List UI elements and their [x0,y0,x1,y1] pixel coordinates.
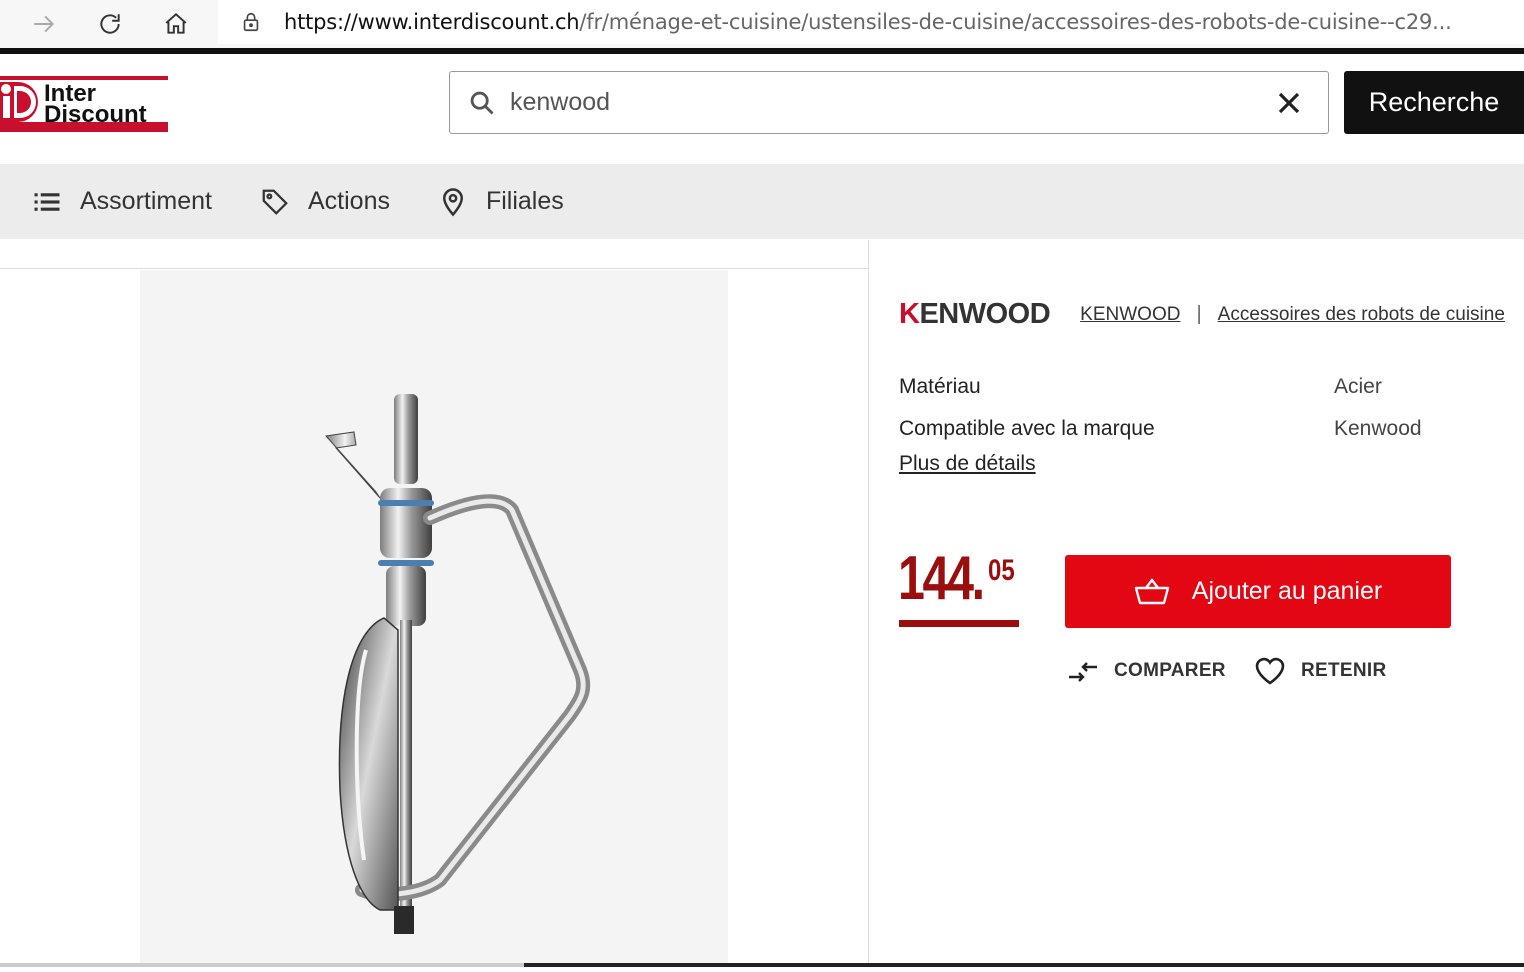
compare-label: COMPARER [1114,660,1226,681]
tag-icon [262,189,288,215]
search-input[interactable] [510,88,1274,117]
remember-button[interactable]: RETENIR [1253,654,1387,688]
add-to-cart-button[interactable]: Ajouter au panier [1065,555,1451,628]
compare-button[interactable]: COMPARER [1066,654,1226,688]
spec-value: Acier [1334,375,1382,398]
nav-item-filiales[interactable]: Filiales [438,187,564,217]
spec-label: Compatible avec la marque [899,417,1155,440]
reload-icon [100,14,120,34]
url-host: https://www.interdiscount.ch [284,10,580,34]
more-details-link[interactable]: Plus de détails [899,452,1036,476]
heart-icon [1255,657,1285,685]
brand-breadcrumb: KENWOOD KENWOOD | Accessoires des robots… [899,298,1505,331]
spec-label: Matériau [899,375,981,398]
list-icon [34,192,60,211]
spec-row: Matériau Acier [899,366,1524,408]
column-divider [868,240,869,967]
spec-table: Matériau Acier Compatible avec la marque… [899,366,1524,450]
site-header: Inter Discount Recherche [0,54,1524,164]
arrow-right-icon [34,15,55,33]
home-icon [165,12,187,34]
spec-row: Compatible avec la marque Kenwood [899,408,1524,450]
category-link[interactable]: Accessoires des robots de cuisine [1218,304,1505,326]
logo-text-discount: Discount [44,101,147,128]
lock-icon [243,12,259,32]
nav-item-label: Filiales [485,187,564,215]
close-icon [1278,92,1300,113]
price-main: 144. [898,544,985,613]
search-box [449,71,1329,134]
interdiscount-logo[interactable]: Inter Discount [0,72,170,136]
breadcrumb-separator: | [1196,303,1202,325]
nav-item-assortiment[interactable]: Assortiment [32,187,212,217]
remember-label: RETENIR [1301,660,1387,681]
price-underline [899,620,1019,627]
compare-arrows-icon [1069,662,1097,682]
address-bar[interactable]: https://www.interdiscount.ch/fr/ménage-e… [218,0,1524,44]
product-image[interactable] [140,270,728,967]
price-cents: 05 [988,554,1015,587]
url-path: /fr/ménage-et-cuisine/ustensiles-de-cuis… [579,10,1452,34]
content-divider [0,268,868,269]
search-button[interactable]: Recherche [1344,71,1524,134]
category-nav: Assortiment Actions Filiales [0,164,1524,239]
home-button[interactable] [158,6,194,42]
interdiscount-logo-mark: Inter Discount [0,76,168,132]
forward-button[interactable] [26,6,62,42]
brand-link[interactable]: KENWOOD [1080,304,1180,326]
nav-item-label: Assortiment [80,187,212,215]
spec-value: Kenwood [1334,417,1422,440]
bottom-edge-light [0,963,524,967]
basket-icon [1134,578,1169,604]
price: 144. 05 [898,544,1015,613]
nav-item-label: Actions [307,187,390,215]
browser-toolbar: https://www.interdiscount.ch/fr/ménage-e… [0,0,1524,48]
kenwood-brand-logo[interactable]: KENWOOD [899,298,1051,331]
search-icon[interactable] [468,89,496,117]
clear-search-button[interactable] [1274,88,1304,118]
url-text: https://www.interdiscount.ch/fr/ménage-e… [284,10,1504,34]
reload-button[interactable] [92,6,128,42]
flex-beater-image [325,394,591,934]
add-to-cart-label: Ajouter au panier [1191,577,1383,605]
location-pin-icon [442,187,463,216]
nav-item-actions[interactable]: Actions [260,187,390,217]
